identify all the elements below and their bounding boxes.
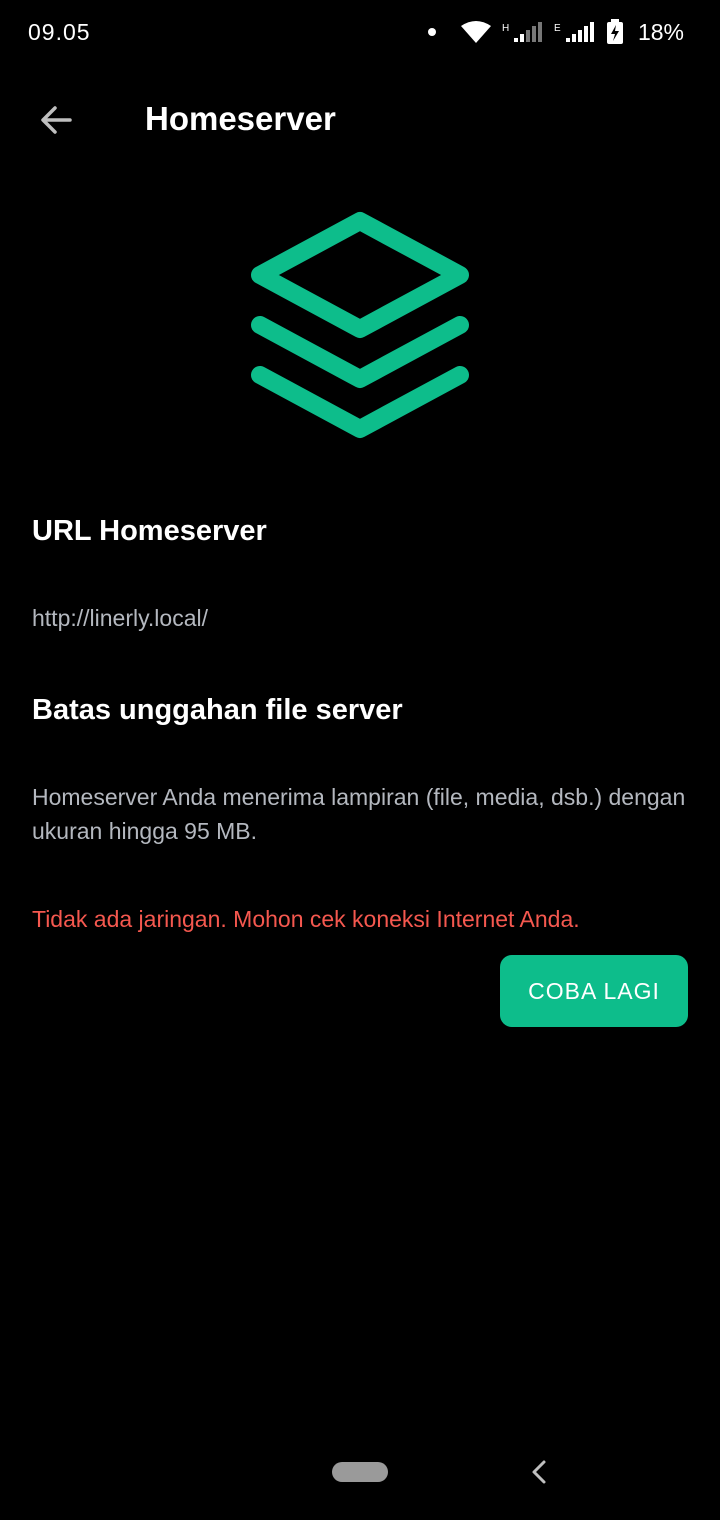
network-type-h: H: [502, 23, 509, 34]
homeserver-url-value: http://linerly.local/: [32, 605, 208, 631]
page-title: Homeserver: [145, 100, 336, 137]
network-error-message: Tidak ada jaringan. Mohon cek koneksi In…: [32, 906, 580, 932]
layers-icon: [251, 212, 469, 438]
back-button[interactable]: [28, 92, 84, 148]
battery-percentage: 18%: [637, 18, 684, 45]
battery-charging-icon: [606, 19, 623, 44]
nav-back-chevron-icon[interactable]: [526, 1458, 554, 1486]
retry-button[interactable]: COBA LAGI: [500, 955, 688, 1027]
upload-limit-description: Homeserver Anda menerima lampiran (file,…: [32, 784, 686, 844]
network-type-e: E: [554, 23, 561, 34]
homeserver-url-title: URL Homeserver: [32, 515, 267, 547]
homeserver-screen: 09.05 H E 18% Homeserver URL Homeserver …: [0, 0, 720, 1520]
status-icons: H E 18%: [427, 18, 684, 46]
arrow-left-icon: [41, 106, 72, 134]
signal-e-icon: E: [554, 22, 594, 42]
status-bar: 09.05 H E 18%: [0, 0, 720, 64]
wifi-icon: [460, 21, 491, 43]
app-bar: Homeserver: [0, 82, 720, 158]
notification-dot-icon: [427, 28, 436, 36]
status-time: 09.05: [28, 18, 91, 45]
signal-h-icon: H: [502, 22, 542, 42]
upload-limit-title: Batas unggahan file server: [32, 694, 403, 726]
nav-home-pill[interactable]: [332, 1462, 388, 1482]
